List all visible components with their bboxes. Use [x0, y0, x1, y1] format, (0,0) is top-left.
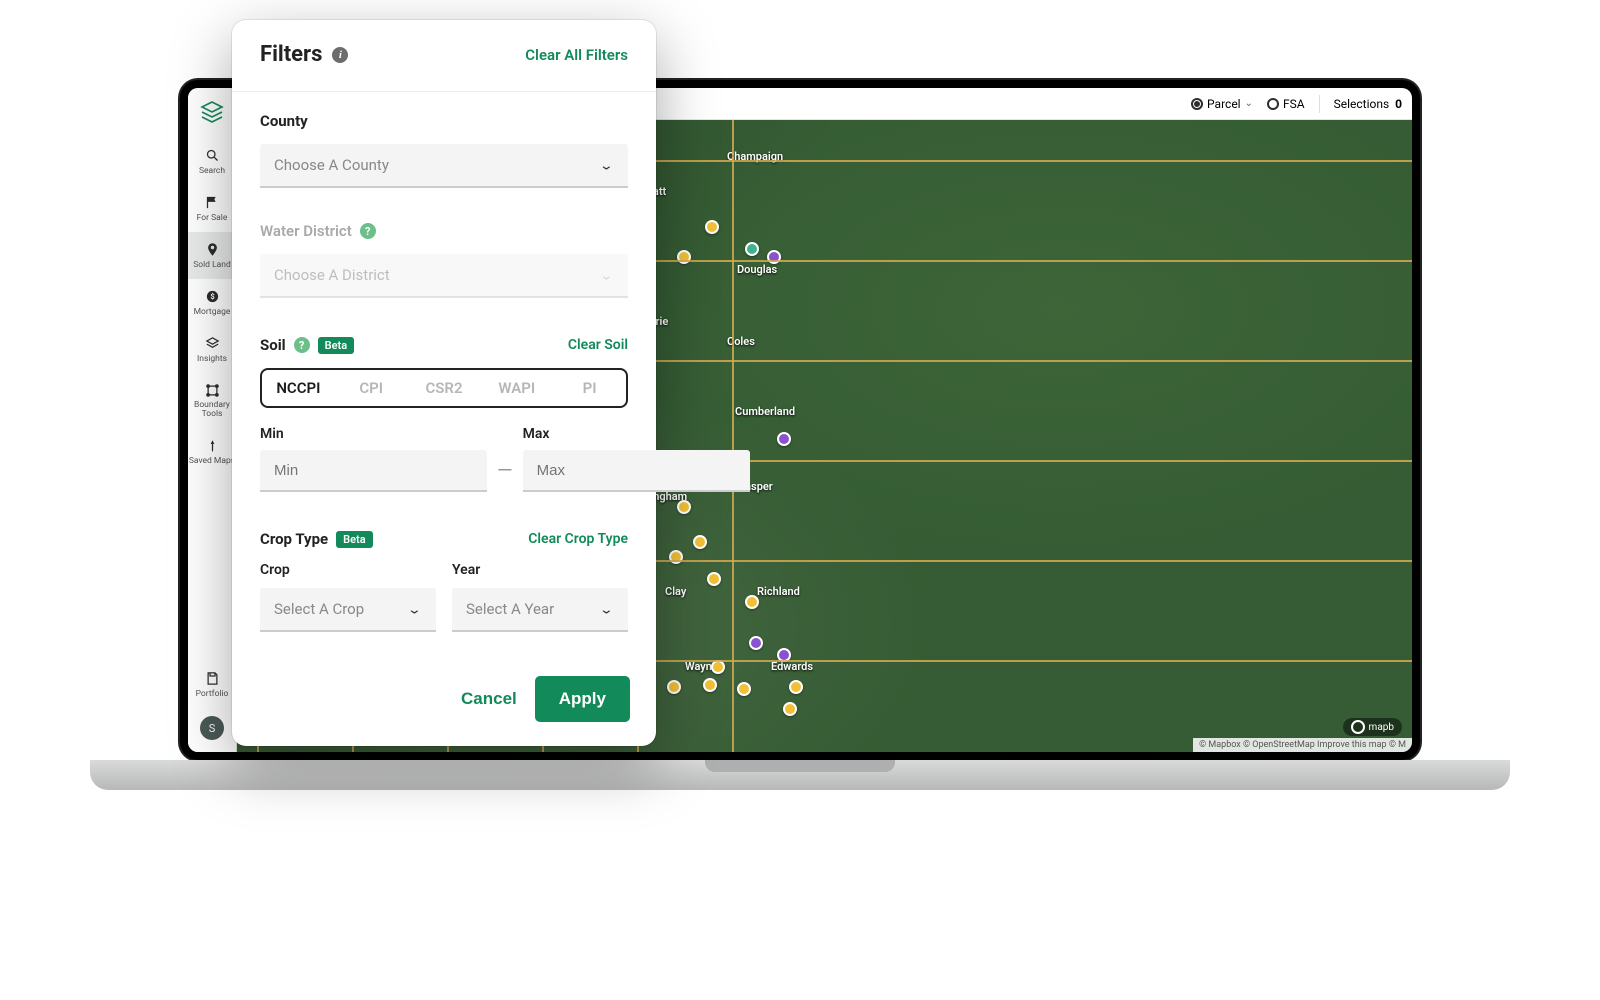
soil-tab-wapi[interactable]: WAPI — [480, 370, 553, 406]
apply-button[interactable]: Apply — [535, 676, 630, 722]
svg-text:$: $ — [210, 292, 214, 301]
sidebar-label: For Sale — [197, 213, 228, 223]
sidebar-label: Sold Land — [193, 260, 231, 270]
radio-dot-icon — [1191, 98, 1203, 110]
laptop-notch — [705, 760, 895, 772]
chevron-down-icon: ⌄ — [599, 268, 614, 283]
soil-tab-csr2[interactable]: CSR2 — [408, 370, 481, 406]
map-marker[interactable] — [749, 636, 763, 650]
polygon-icon — [205, 383, 220, 398]
radio-label: Parcel — [1207, 97, 1241, 111]
sidebar-label: Search — [199, 166, 225, 176]
min-label: Min — [260, 426, 487, 442]
city-label: Douglas — [737, 263, 777, 276]
map-marker[interactable] — [711, 660, 725, 674]
info-icon[interactable]: i — [332, 47, 348, 63]
flag-icon — [205, 195, 220, 210]
divider — [1319, 95, 1320, 113]
radio-fsa[interactable]: FSA — [1267, 97, 1305, 111]
county-select[interactable]: Choose A County ⌄ — [260, 144, 628, 188]
sidebar-item-insights[interactable]: Insights — [188, 326, 236, 373]
chevron-down-icon: ⌄ — [599, 602, 614, 617]
beta-badge: Beta — [318, 337, 355, 354]
water-district-label: Water District ? — [260, 222, 628, 240]
soil-metric-segmented: NCCPI CPI CSR2 WAPI PI — [260, 368, 628, 408]
pin-icon — [205, 242, 220, 257]
sidebar-item-search[interactable]: Search — [188, 138, 236, 185]
beta-badge: Beta — [336, 531, 373, 548]
crop-select[interactable]: Select A Crop ⌄ — [260, 588, 436, 632]
soil-tab-cpi[interactable]: CPI — [335, 370, 408, 406]
soil-min-input[interactable] — [260, 450, 487, 492]
map-marker[interactable] — [745, 595, 759, 609]
sidebar-item-boundary-tools[interactable]: Boundary Tools — [188, 373, 236, 429]
map-marker[interactable] — [677, 500, 691, 514]
soil-max-input[interactable] — [523, 450, 750, 492]
mapbox-logo: mapb — [1343, 718, 1402, 736]
sidebar-item-for-sale[interactable]: For Sale — [188, 185, 236, 232]
city-label: Richland — [757, 585, 800, 598]
pin-save-icon — [205, 439, 220, 454]
map-marker[interactable] — [789, 680, 803, 694]
map-marker[interactable] — [707, 572, 721, 586]
sidebar: Search For Sale Sold Land $ Mortgage Ins… — [188, 88, 237, 752]
sidebar-item-sold-land[interactable]: Sold Land — [188, 232, 236, 279]
range-dash: — — [497, 436, 513, 482]
year-select[interactable]: Select A Year ⌄ — [452, 588, 628, 632]
sidebar-label: Mortgage — [194, 307, 231, 317]
sidebar-item-mortgage[interactable]: $ Mortgage — [188, 279, 236, 326]
search-icon — [205, 148, 220, 163]
clear-soil-button[interactable]: Clear Soil — [568, 337, 628, 353]
max-label: Max — [523, 426, 750, 442]
map-marker[interactable] — [667, 680, 681, 694]
radio-dot-icon — [1267, 98, 1279, 110]
filters-panel: Filters i Clear All Filters County Choos… — [232, 20, 656, 746]
dollar-icon: $ — [205, 289, 220, 304]
sidebar-label: Saved Maps — [189, 457, 235, 466]
sidebar-label: Portfolio — [196, 689, 229, 699]
radio-parcel[interactable]: Parcel ⌄ — [1191, 97, 1253, 111]
map-marker[interactable] — [703, 678, 717, 692]
year-label: Year — [452, 562, 628, 578]
sidebar-label: Boundary Tools — [188, 401, 236, 420]
soil-tab-pi[interactable]: PI — [553, 370, 626, 406]
crop-type-label: Crop Type Beta — [260, 530, 373, 548]
water-district-select: Choose A District ⌄ — [260, 254, 628, 298]
soil-tab-nccpi[interactable]: NCCPI — [262, 370, 335, 406]
chevron-down-icon: ⌄ — [407, 602, 422, 617]
chevron-down-icon: ⌄ — [599, 158, 614, 173]
save-icon — [205, 671, 220, 686]
sidebar-label: Insights — [197, 354, 227, 364]
app-logo-icon — [200, 100, 224, 124]
help-icon[interactable]: ? — [294, 337, 310, 353]
layers-icon — [205, 336, 220, 351]
map-marker[interactable] — [777, 432, 791, 446]
select-placeholder: Select A Year — [466, 600, 554, 618]
filters-title: Filters i — [260, 42, 348, 67]
map-marker[interactable] — [783, 702, 797, 716]
county-label: County — [260, 112, 628, 130]
map-marker[interactable] — [705, 220, 719, 234]
clear-all-filters-button[interactable]: Clear All Filters — [525, 46, 628, 64]
map-attribution: © Mapbox © OpenStreetMap Improve this ma… — [1193, 738, 1412, 752]
map-marker[interactable] — [693, 535, 707, 549]
avatar[interactable]: S — [200, 716, 224, 740]
select-placeholder: Select A Crop — [274, 600, 364, 618]
cancel-button[interactable]: Cancel — [461, 689, 517, 709]
radio-label: FSA — [1283, 97, 1305, 111]
crop-label: Crop — [260, 562, 436, 578]
selections-label: Selections 0 — [1334, 97, 1402, 111]
chevron-down-icon: ⌄ — [1245, 98, 1253, 109]
clear-crop-type-button[interactable]: Clear Crop Type — [528, 531, 628, 547]
sidebar-item-saved-maps[interactable]: Saved Maps — [188, 429, 236, 475]
city-label: Clay — [665, 585, 686, 598]
map-marker[interactable] — [745, 242, 759, 256]
soil-label: Soil ? Beta — [260, 336, 354, 354]
help-icon[interactable]: ? — [360, 223, 376, 239]
select-placeholder: Choose A County — [274, 156, 389, 174]
select-placeholder: Choose A District — [274, 266, 390, 284]
city-label: Cumberland — [735, 405, 795, 418]
sidebar-item-portfolio[interactable]: Portfolio — [188, 661, 236, 708]
map-marker[interactable] — [737, 682, 751, 696]
